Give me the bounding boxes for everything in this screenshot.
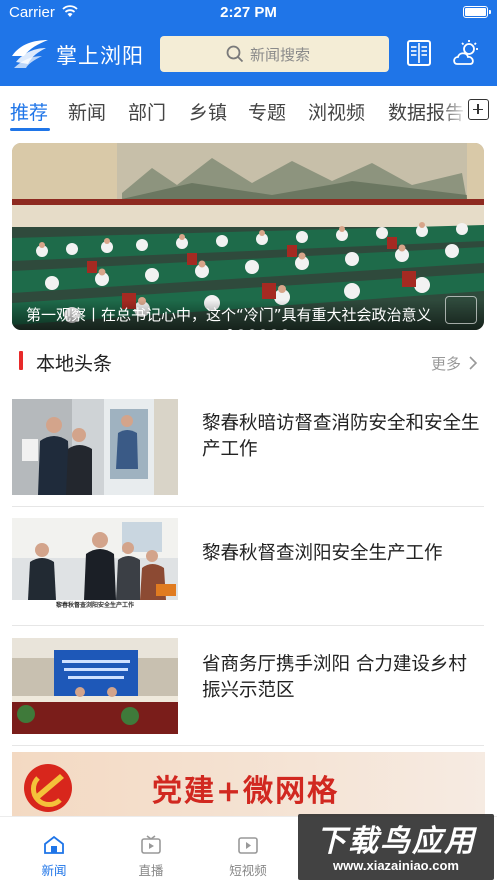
tab-towns[interactable]: 乡镇: [189, 98, 227, 125]
news-title: 省商务厅携手浏阳 合力建设乡村振兴示范区: [202, 654, 467, 701]
news-thumbnail: 黎春秋督查浏阳安全生产工作: [12, 518, 178, 614]
banner-watermark-logo: [445, 296, 477, 324]
nav-short-video[interactable]: 短视频: [218, 835, 278, 879]
news-item[interactable]: 黎春秋督查浏阳安全生产工作 黎春秋督查浏阳安全生产工作: [0, 506, 497, 624]
nav-label: 直播: [138, 863, 164, 878]
tv-icon: [141, 835, 161, 854]
section-title: 本地头条: [36, 353, 113, 375]
news-item[interactable]: 省商务厅携手浏阳 合力建设乡村振兴示范区: [0, 625, 497, 743]
newspaper-icon[interactable]: [404, 38, 434, 68]
tab-liu-video[interactable]: 浏视频: [308, 98, 365, 125]
app-title: 掌上浏阳: [56, 44, 144, 68]
tab-news[interactable]: 新闻: [68, 98, 106, 125]
nav-live[interactable]: 直播: [121, 835, 181, 879]
nav-label: 短视频: [229, 863, 267, 878]
site-watermark: 下载鸟应用 www.xiazainiao.com: [298, 814, 494, 880]
carousel-dot: [260, 329, 266, 335]
news-title: 黎春秋暗访督查消防安全和安全生产工作: [202, 413, 480, 460]
news-title: 黎春秋督查浏阳安全生产工作: [202, 543, 443, 564]
thumbnail-caption: 黎春秋督查浏阳安全生产工作: [56, 602, 135, 609]
carousel-banner[interactable]: [12, 143, 484, 330]
tab-recommend[interactable]: 推荐: [10, 98, 48, 125]
news-thumbnail: [12, 399, 178, 495]
carousel-dot: [271, 329, 277, 335]
watermark-url: www.xiazainiao.com: [333, 858, 459, 873]
search-box[interactable]: 新闻搜索: [160, 36, 389, 72]
carousel-indicator: [227, 320, 293, 339]
carousel-dot: [282, 329, 288, 335]
home-icon: [44, 835, 64, 854]
more-link[interactable]: 更多: [431, 353, 461, 374]
news-thumbnail: [12, 638, 178, 734]
divider: [12, 745, 484, 746]
weather-icon[interactable]: [452, 38, 482, 68]
tab-topics[interactable]: 专题: [248, 98, 286, 125]
video-icon: [238, 837, 258, 854]
status-bar: Carrier 2:27 PM: [0, 0, 497, 26]
promo-banner[interactable]: 党建+微网格: [12, 752, 485, 816]
channel-tabs: 推荐 新闻 部门 乡镇 专题 浏视频 数据报告: [0, 86, 497, 134]
tab-fade: [440, 86, 468, 134]
watermark-title: 下载鸟应用: [316, 824, 476, 859]
search-icon: [226, 45, 244, 63]
add-channel-icon[interactable]: [468, 99, 489, 120]
promo-text: 党建+微网格: [152, 774, 340, 809]
section-accent-bar: [19, 351, 23, 370]
chevron-right-icon[interactable]: [468, 356, 478, 370]
active-tab-indicator: [10, 128, 50, 131]
carousel-dot: [238, 329, 244, 335]
nav-label: 新闻: [41, 863, 67, 878]
clock: 2:27 PM: [220, 4, 277, 21]
news-item[interactable]: 黎春秋暗访督查消防安全和安全生产工作: [0, 385, 497, 503]
carousel-dot: [227, 329, 233, 335]
tab-departments[interactable]: 部门: [128, 98, 166, 125]
nav-news[interactable]: 新闻: [24, 835, 84, 879]
carousel-dot: [249, 329, 255, 335]
search-placeholder: 新闻搜索: [250, 46, 311, 64]
battery-icon: [463, 6, 491, 18]
app-logo-icon: [12, 40, 48, 68]
